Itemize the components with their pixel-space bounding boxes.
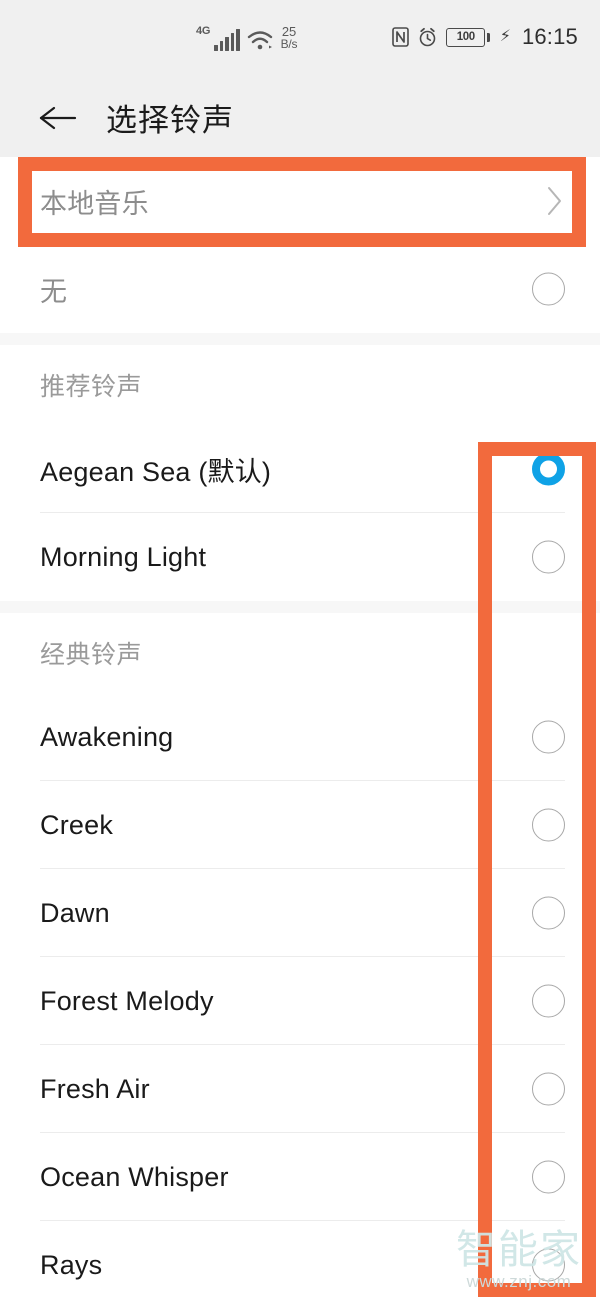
wifi-icon <box>247 29 273 51</box>
ringtone-label: Forest Melody <box>40 985 214 1016</box>
list-item-ringtone[interactable]: Rays <box>0 1221 600 1300</box>
list-item-ringtone[interactable]: Fresh Air <box>0 1045 600 1133</box>
list-item-ringtone[interactable]: Awakening <box>0 693 600 781</box>
status-bar-right-group: 100 ⚡ 16:15 <box>392 24 578 50</box>
radio-ringtone[interactable] <box>532 984 565 1018</box>
battery-level-label: 100 <box>446 27 486 47</box>
ringtone-label: Fresh Air <box>40 1073 150 1104</box>
section-divider <box>0 601 600 613</box>
ringtone-label: Ocean Whisper <box>40 1161 229 1192</box>
charging-bolt-icon: ⚡ <box>499 28 511 45</box>
phone-screen: 4G 25 B/s 100 ⚡ 16:15 选择铃声 本地音乐 无 推荐铃声 A… <box>0 0 600 1300</box>
local-music-label: 本地音乐 <box>40 188 149 219</box>
list-item-ringtone[interactable]: Forest Melody <box>0 957 600 1045</box>
radio-ringtone[interactable] <box>532 1248 565 1282</box>
list-item-ringtone[interactable]: Morning Light <box>0 513 600 601</box>
radio-ringtone[interactable] <box>532 540 565 574</box>
radio-ringtone[interactable] <box>532 808 565 842</box>
radio-ringtone[interactable] <box>532 1072 565 1106</box>
back-arrow-icon[interactable] <box>32 92 84 144</box>
section-header-label: 经典铃声 <box>40 641 143 669</box>
chevron-right-icon <box>544 184 564 218</box>
ringtone-label: Awakening <box>40 721 174 752</box>
section-header-label: 推荐铃声 <box>40 373 143 401</box>
radio-ringtone-selected[interactable] <box>532 452 565 486</box>
list-item-ringtone[interactable]: Dawn <box>0 869 600 957</box>
battery-cap <box>486 32 490 42</box>
section-header-classic: 经典铃声 <box>0 613 600 693</box>
status-bar-left-group: 4G 25 B/s <box>196 25 298 51</box>
list-item-ringtone[interactable]: Aegean Sea (默认) <box>0 425 600 513</box>
alarm-clock-icon <box>418 27 437 47</box>
none-label: 无 <box>40 276 68 307</box>
app-bar: 选择铃声 <box>0 78 600 157</box>
list-item-local-music[interactable]: 本地音乐 <box>0 157 600 245</box>
page-title: 选择铃声 <box>106 103 234 138</box>
radio-ringtone[interactable] <box>532 1160 565 1194</box>
radio-none[interactable] <box>532 272 565 306</box>
battery-icon: 100 <box>446 27 490 47</box>
ringtone-list: 本地音乐 无 推荐铃声 Aegean Sea (默认) Morning Ligh… <box>0 157 600 1300</box>
status-bar-clock: 16:15 <box>521 24 578 49</box>
ringtone-label: Dawn <box>40 897 110 928</box>
nfc-icon <box>392 27 410 47</box>
radio-ringtone[interactable] <box>532 720 565 754</box>
list-item-none[interactable]: 无 <box>0 245 600 333</box>
data-speed-indicator: 25 B/s <box>280 25 298 51</box>
network-type-label: 4G <box>196 25 211 37</box>
signal-bars-icon <box>214 29 240 51</box>
section-header-recommended: 推荐铃声 <box>0 345 600 425</box>
status-bar: 4G 25 B/s 100 ⚡ 16:15 <box>0 0 600 78</box>
ringtone-label: Morning Light <box>40 541 207 572</box>
ringtone-label: Creek <box>40 809 114 840</box>
list-item-ringtone[interactable]: Ocean Whisper <box>0 1133 600 1221</box>
data-speed-unit: B/s <box>280 37 298 51</box>
radio-ringtone[interactable] <box>532 896 565 930</box>
list-item-ringtone[interactable]: Creek <box>0 781 600 869</box>
ringtone-label: Aegean Sea (默认) <box>40 456 272 487</box>
section-divider <box>0 333 600 345</box>
ringtone-label: Rays <box>40 1249 103 1280</box>
